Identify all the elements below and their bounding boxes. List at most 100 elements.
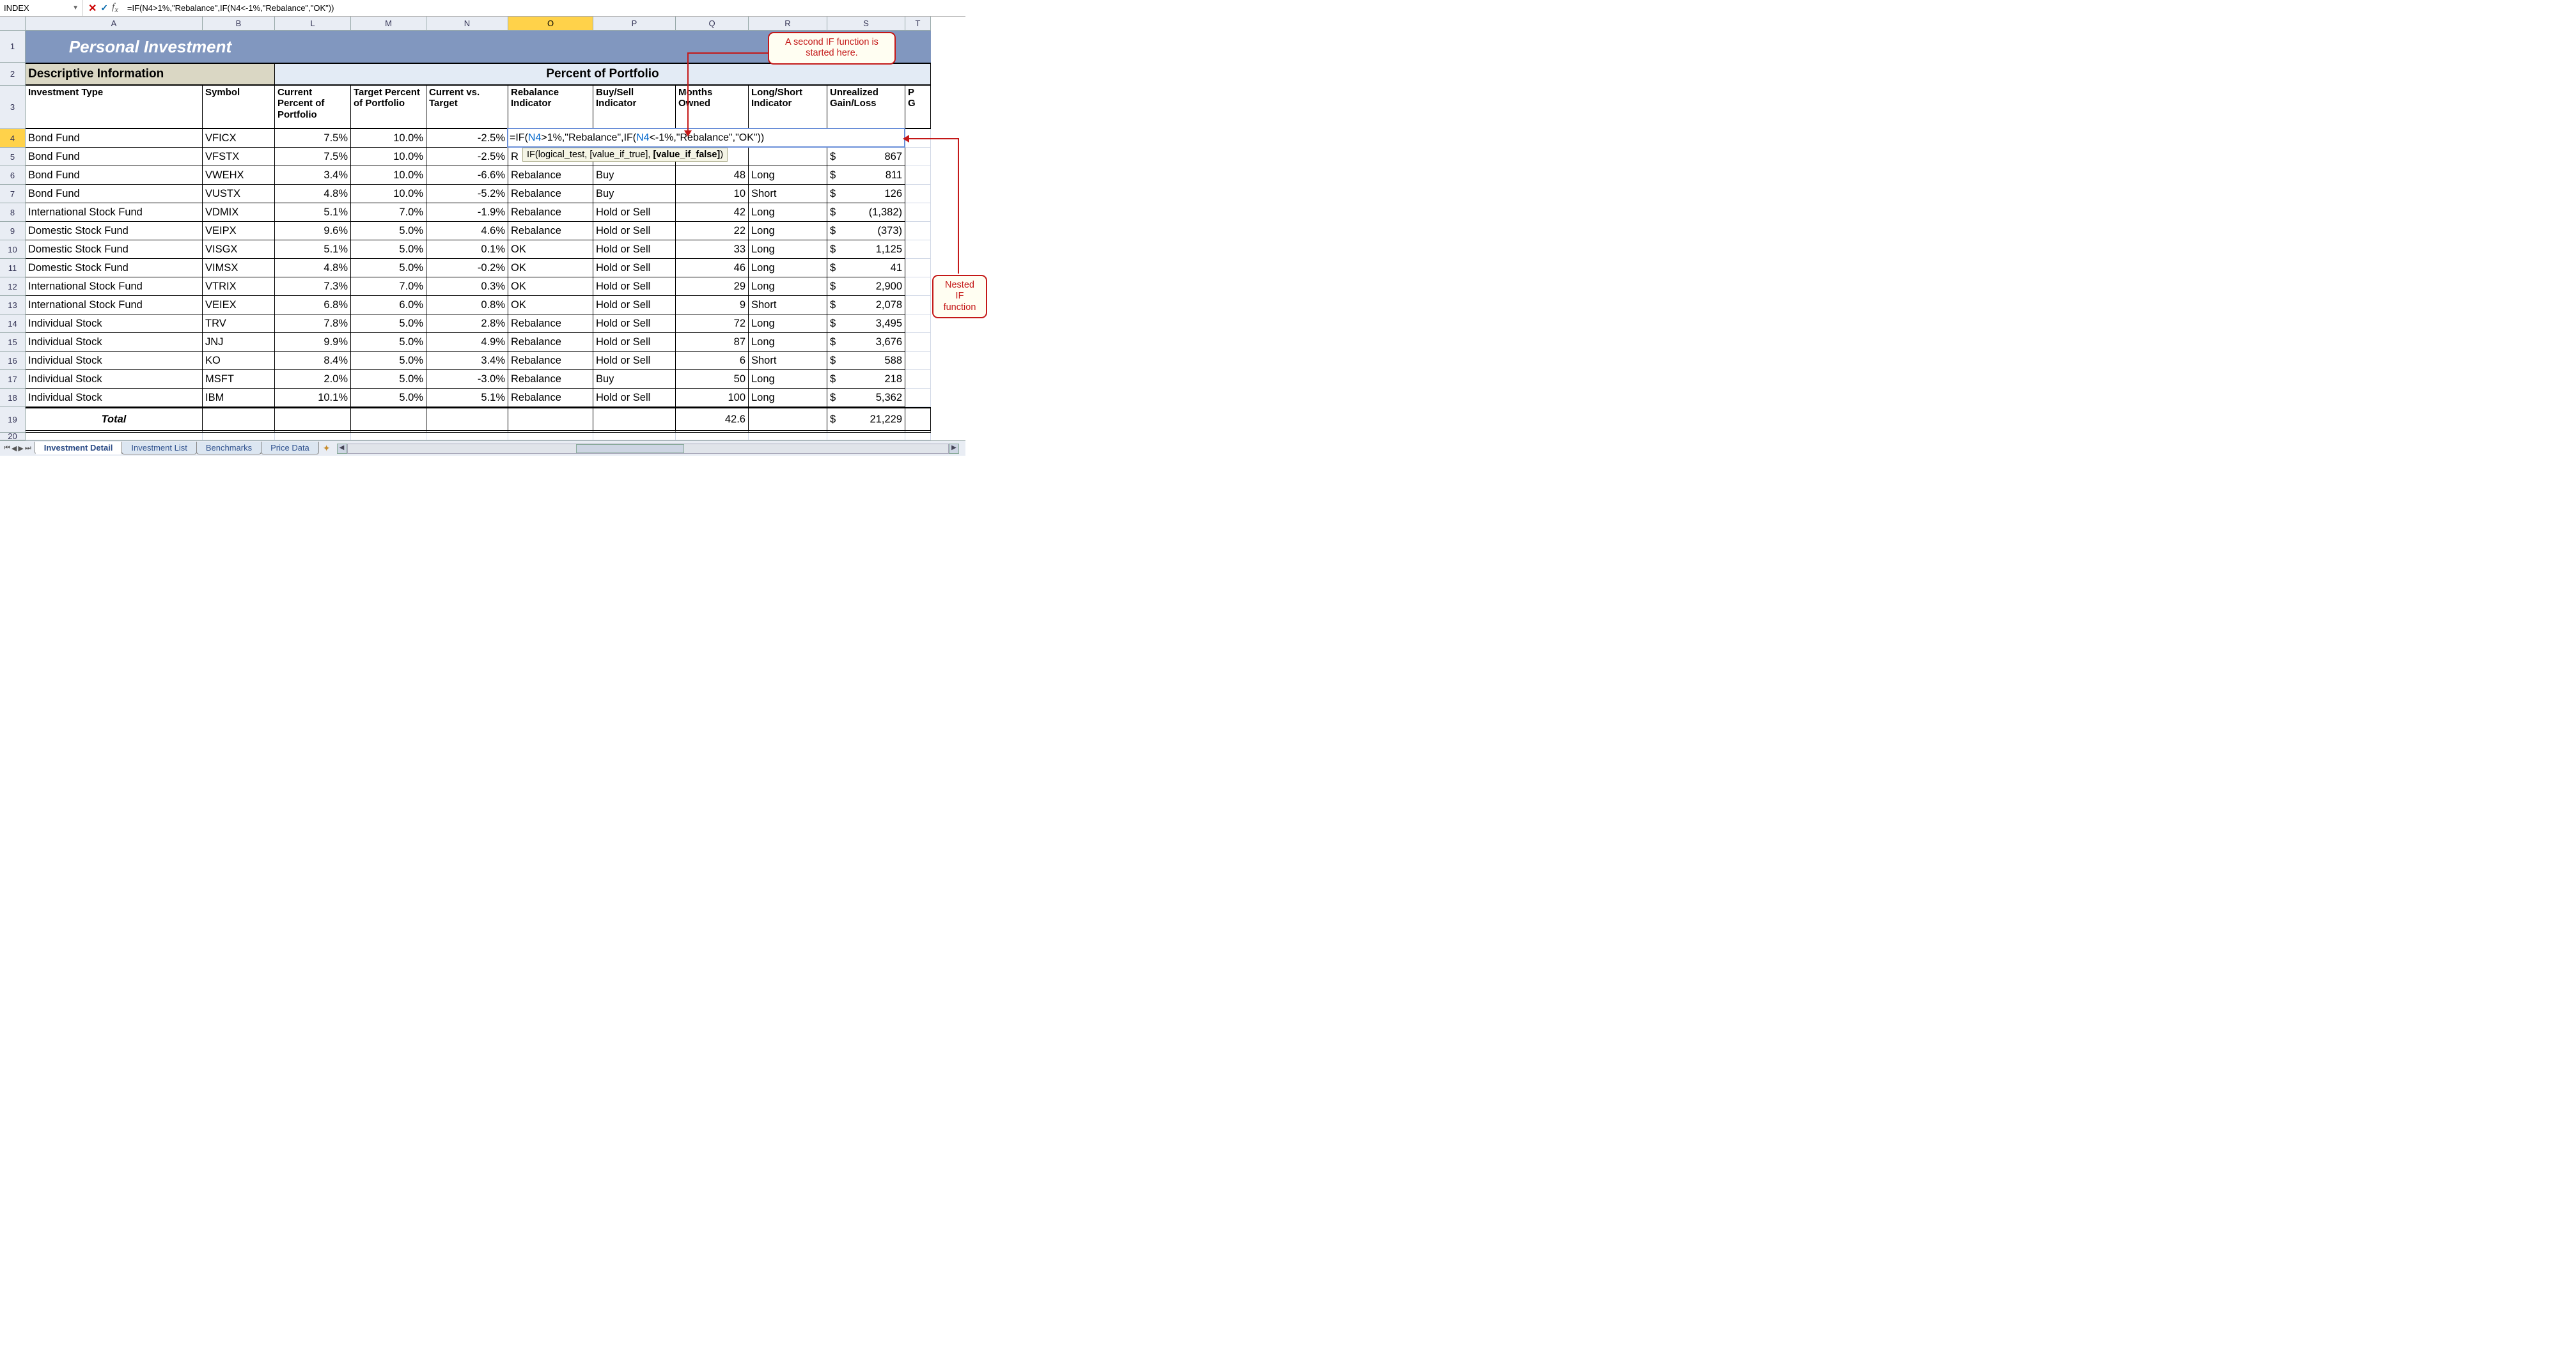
cell-T19[interactable] (905, 407, 931, 433)
cell-O3[interactable]: Rebalance Indicator (508, 86, 593, 129)
cell-O14[interactable]: Rebalance (508, 314, 593, 333)
cell-P12[interactable]: Hold or Sell (593, 277, 676, 296)
cell-N8[interactable]: -1.9% (426, 203, 508, 222)
cell-L3[interactable]: Current Percent of Portfolio (275, 86, 351, 129)
col-header-B[interactable]: B (203, 17, 275, 31)
cell-A7[interactable]: Bond Fund (26, 185, 203, 203)
cell-N20[interactable] (426, 433, 508, 440)
cell-T13[interactable] (905, 296, 931, 314)
cell-S19[interactable]: $21,229 (827, 407, 905, 433)
cell-Q19[interactable]: 42.6 (676, 407, 749, 433)
cell-R15[interactable]: Long (749, 333, 827, 352)
fx-icon[interactable]: fx (112, 2, 118, 15)
cell-O18[interactable]: Rebalance (508, 389, 593, 407)
tab-benchmarks[interactable]: Benchmarks (196, 442, 262, 454)
cell-T11[interactable] (905, 259, 931, 277)
col-header-R[interactable]: R (749, 17, 827, 31)
enter-icon[interactable]: ✓ (100, 3, 108, 13)
cell-P19[interactable] (593, 407, 676, 433)
cell-P13[interactable]: Hold or Sell (593, 296, 676, 314)
cell-L10[interactable]: 5.1% (275, 240, 351, 259)
tab-first-icon[interactable]: ⏮ (4, 444, 10, 453)
col-header-T[interactable]: T (905, 17, 931, 31)
cell-M11[interactable]: 5.0% (351, 259, 426, 277)
cell-S12[interactable]: $2,900 (827, 277, 905, 296)
cell-N11[interactable]: -0.2% (426, 259, 508, 277)
cell-L14[interactable]: 7.8% (275, 314, 351, 333)
cell-R12[interactable]: Long (749, 277, 827, 296)
cell-R9[interactable]: Long (749, 222, 827, 240)
cell-M4[interactable]: 10.0% (351, 129, 426, 148)
cell-N17[interactable]: -3.0% (426, 370, 508, 389)
cell-L18[interactable]: 10.1% (275, 389, 351, 407)
cell-P18[interactable]: Hold or Sell (593, 389, 676, 407)
row-header-4[interactable]: 4 (0, 129, 26, 148)
cell-S7[interactable]: $126 (827, 185, 905, 203)
cell-L8[interactable]: 5.1% (275, 203, 351, 222)
col-header-A[interactable]: A (26, 17, 203, 31)
cell-S11[interactable]: $41 (827, 259, 905, 277)
cell-Q6[interactable]: 48 (676, 166, 749, 185)
spreadsheet-grid[interactable]: Personal InvestmentDescriptive Informati… (26, 31, 931, 440)
row-header-9[interactable]: 9 (0, 222, 26, 240)
cell-B19[interactable] (203, 407, 275, 433)
cell-Q13[interactable]: 9 (676, 296, 749, 314)
row-header-2[interactable]: 2 (0, 63, 26, 86)
cell-S18[interactable]: $5,362 (827, 389, 905, 407)
cell-R10[interactable]: Long (749, 240, 827, 259)
row-header-3[interactable]: 3 (0, 86, 26, 129)
cell-A17[interactable]: Individual Stock (26, 370, 203, 389)
cell-B13[interactable]: VEIEX (203, 296, 275, 314)
cell-M7[interactable]: 10.0% (351, 185, 426, 203)
cell-A6[interactable]: Bond Fund (26, 166, 203, 185)
cell-A5[interactable]: Bond Fund (26, 148, 203, 166)
cell-Q7[interactable]: 10 (676, 185, 749, 203)
cell-B8[interactable]: VDMIX (203, 203, 275, 222)
name-box-dropdown-icon[interactable]: ▼ (72, 4, 79, 12)
cell-O6[interactable]: Rebalance (508, 166, 593, 185)
col-header-Q[interactable]: Q (676, 17, 749, 31)
cell-T8[interactable] (905, 203, 931, 222)
cell-B3[interactable]: Symbol (203, 86, 275, 129)
cell-O12[interactable]: OK (508, 277, 593, 296)
cell-O15[interactable]: Rebalance (508, 333, 593, 352)
cell-A10[interactable]: Domestic Stock Fund (26, 240, 203, 259)
cancel-icon[interactable]: ✕ (88, 2, 97, 15)
select-all-corner[interactable] (0, 17, 26, 31)
cell-N12[interactable]: 0.3% (426, 277, 508, 296)
row-header-16[interactable]: 16 (0, 352, 26, 370)
cell-O13[interactable]: OK (508, 296, 593, 314)
cell-S8[interactable]: $(1,382) (827, 203, 905, 222)
cell-O20[interactable] (508, 433, 593, 440)
row-header-13[interactable]: 13 (0, 296, 26, 314)
cell-B9[interactable]: VEIPX (203, 222, 275, 240)
cell-Q12[interactable]: 29 (676, 277, 749, 296)
cell-L16[interactable]: 8.4% (275, 352, 351, 370)
cell-N10[interactable]: 0.1% (426, 240, 508, 259)
cell-M13[interactable]: 6.0% (351, 296, 426, 314)
cell-A14[interactable]: Individual Stock (26, 314, 203, 333)
col-header-N[interactable]: N (426, 17, 508, 31)
cell-L17[interactable]: 2.0% (275, 370, 351, 389)
cell-M10[interactable]: 5.0% (351, 240, 426, 259)
cell-L20[interactable] (275, 433, 351, 440)
cell-R8[interactable]: Long (749, 203, 827, 222)
cell-R16[interactable]: Short (749, 352, 827, 370)
cell-P3[interactable]: Buy/Sell Indicator (593, 86, 676, 129)
row-header-17[interactable]: 17 (0, 370, 26, 389)
cell-M14[interactable]: 5.0% (351, 314, 426, 333)
row-header-15[interactable]: 15 (0, 333, 26, 352)
cell-Q15[interactable]: 87 (676, 333, 749, 352)
tab-prev-icon[interactable]: ◀ (12, 444, 17, 453)
row-header-6[interactable]: 6 (0, 166, 26, 185)
cell-Q10[interactable]: 33 (676, 240, 749, 259)
cell-M8[interactable]: 7.0% (351, 203, 426, 222)
cell-Q9[interactable]: 22 (676, 222, 749, 240)
cell-P14[interactable]: Hold or Sell (593, 314, 676, 333)
cell-A19[interactable]: Total (26, 407, 203, 433)
cell-O11[interactable]: OK (508, 259, 593, 277)
cell-M12[interactable]: 7.0% (351, 277, 426, 296)
cell-L15[interactable]: 9.9% (275, 333, 351, 352)
row-header-18[interactable]: 18 (0, 389, 26, 407)
cell-P20[interactable] (593, 433, 676, 440)
